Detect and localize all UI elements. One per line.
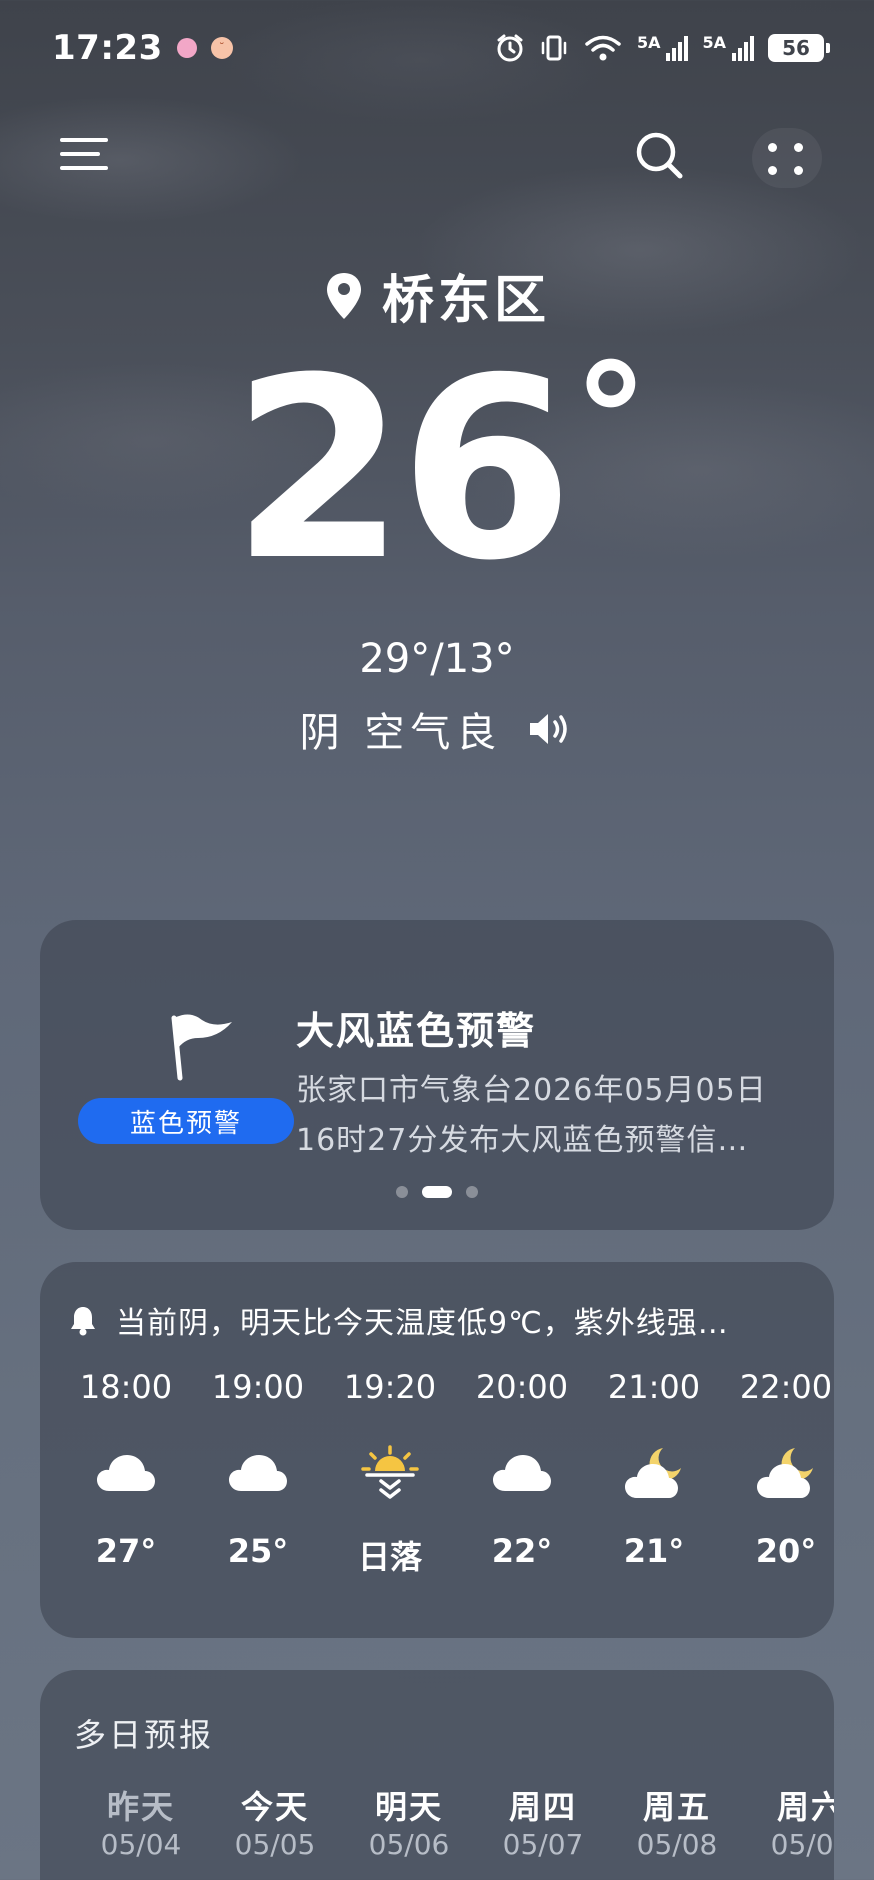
day-name: 明天 [374, 1788, 443, 1826]
bell-icon [71, 1307, 95, 1336]
search-icon[interactable] [632, 128, 688, 184]
location-pin-icon [326, 272, 361, 319]
hour-temperature: 25° [227, 1532, 289, 1570]
vibrate-icon [541, 35, 567, 61]
weather-condition: 阴 空气良 [0, 700, 874, 758]
day-date: 05/08 [636, 1828, 718, 1861]
day-name: 周四 [508, 1788, 577, 1826]
hour-temperature: 22° [491, 1532, 553, 1570]
hour-time: 19:20 [343, 1368, 437, 1406]
day-item[interactable]: 周六 05/09 [744, 1782, 834, 1861]
day-name: 周六 [776, 1788, 834, 1826]
speaker-icon[interactable] [526, 710, 574, 748]
more-options-button[interactable] [752, 128, 822, 188]
hourly-summary-text: 当前阴，明天比今天温度低9℃，紫外线强… [116, 1306, 729, 1341]
moon-cloud-icon [625, 1448, 681, 1498]
alert-level-badge: 蓝色预警 [78, 1098, 294, 1144]
flag-icon [171, 1014, 232, 1081]
pager-dot-active [422, 1186, 452, 1198]
day-date: 05/04 [100, 1828, 182, 1861]
pager-dot [466, 1186, 478, 1198]
top-toolbar [0, 110, 874, 200]
day-item[interactable]: 明天 05/06 [342, 1782, 476, 1861]
hour-item: 22:00 20° [720, 1368, 834, 1582]
day-date: 05/06 [368, 1828, 450, 1861]
current-temperature: 26° [0, 345, 874, 595]
location-header[interactable]: 桥东区 [0, 258, 874, 333]
cloud-icon [229, 1455, 287, 1491]
daily-forecast-card: 多日预报 昨天 05/04 今天 05/05 明天 05/06 周四 05/07… [40, 1670, 834, 1880]
alarm-icon [497, 34, 523, 62]
status-bar: 17:23 ˘ 5A 5A 56 [0, 0, 874, 96]
day-item[interactable]: 周五 05/08 [610, 1782, 744, 1861]
sunset-icon [361, 1445, 419, 1499]
signal-icon-1 [666, 35, 689, 61]
day-date: 05/05 [234, 1828, 316, 1861]
signal-icon-2 [732, 35, 754, 61]
alert-title: 大风蓝色预警 [296, 1009, 537, 1053]
hour-time: 21:00 [607, 1368, 701, 1406]
hour-time: 22:00 [739, 1368, 833, 1406]
daily-list[interactable]: 昨天 05/04 今天 05/05 明天 05/06 周四 05/07 周五 0… [74, 1782, 834, 1861]
pager-dot [396, 1186, 408, 1198]
day-name: 周五 [642, 1788, 711, 1826]
network-label-1: 5A [636, 33, 661, 52]
day-item[interactable]: 今天 05/05 [208, 1782, 342, 1861]
hour-temperature: 日落 [357, 1538, 422, 1576]
cloud-icon [493, 1455, 551, 1491]
day-item[interactable]: 周四 05/07 [476, 1782, 610, 1861]
condition-text: 阴 空气良 [299, 710, 503, 756]
hour-item: 19:20 日落 [324, 1368, 456, 1582]
hourly-forecast-card: 当前阴，明天比今天温度低9℃，紫外线强… 18:00 27° 19:00 25°… [40, 1262, 834, 1638]
status-time: 17:23 [52, 28, 163, 68]
hour-item: 20:00 22° [456, 1368, 588, 1582]
hour-item: 19:00 25° [192, 1368, 324, 1582]
emoji-app-icon: ˘ [210, 37, 233, 59]
hour-time: 18:00 [79, 1368, 173, 1406]
degree-symbol: ° [573, 333, 648, 507]
day-date: 05/07 [502, 1828, 584, 1861]
day-name: 昨天 [106, 1788, 175, 1826]
hour-temperature: 20° [755, 1532, 817, 1570]
day-name: 今天 [240, 1788, 309, 1826]
hour-item: 18:00 27° [60, 1368, 192, 1582]
hourly-summary: 当前阴，明天比今天温度低9℃，紫外线强… [68, 1298, 828, 1342]
hourly-list[interactable]: 18:00 27° 19:00 25° 19:20 日落 20:00 22° 2… [60, 1368, 834, 1582]
location-name: 桥东区 [381, 271, 550, 331]
hour-temperature: 21° [623, 1532, 685, 1570]
weather-alert-card[interactable]: 蓝色预警 大风蓝色预警 张家口市气象台2026年05月05日16时27分发布大风… [40, 920, 834, 1230]
moon-cloud-icon [757, 1448, 813, 1498]
notification-app-icon [176, 38, 197, 58]
alert-pager [40, 1186, 834, 1198]
cloud-icon [97, 1455, 155, 1491]
network-label-2: 5A [702, 33, 726, 52]
hour-temperature: 27° [95, 1532, 157, 1570]
battery-icon: 56 [768, 34, 830, 62]
day-date: 05/09 [770, 1828, 834, 1861]
hour-time: 19:00 [211, 1368, 305, 1406]
day-item[interactable]: 昨天 05/04 [74, 1782, 208, 1861]
menu-button[interactable] [60, 134, 112, 174]
hour-time: 20:00 [475, 1368, 569, 1406]
wifi-icon [585, 35, 621, 61]
daily-forecast-title: 多日预报 [74, 1716, 215, 1754]
alert-description: 张家口市气象台2026年05月05日16时27分发布大风蓝色预警信… [296, 1073, 767, 1158]
high-low-temperature: 29°/13° [359, 636, 515, 682]
temperature-value: 26 [231, 324, 574, 615]
hour-item: 21:00 21° [588, 1368, 720, 1582]
